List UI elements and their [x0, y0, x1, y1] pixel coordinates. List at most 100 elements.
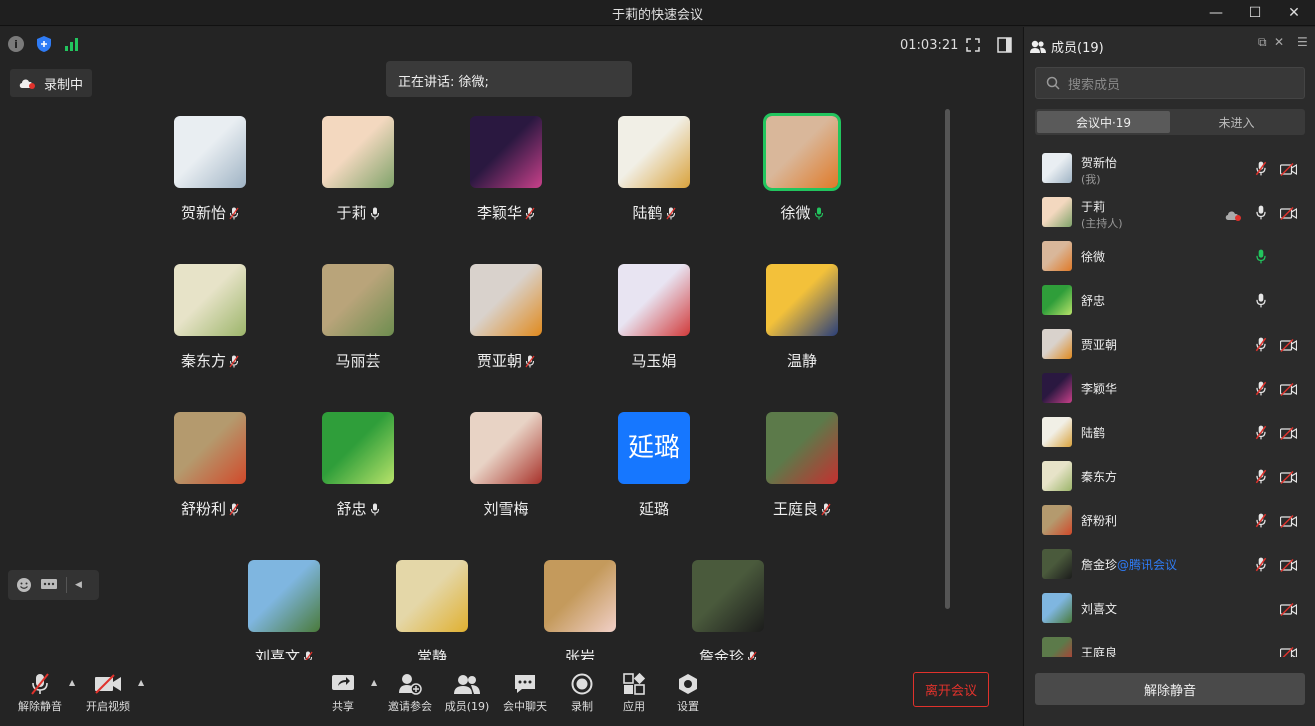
unmute-all-button[interactable]: 解除静音: [1035, 673, 1305, 705]
mic-muted-icon: [821, 502, 831, 516]
settings-button[interactable]: 设置: [658, 670, 718, 714]
video-options-caret-icon[interactable]: ▲: [138, 678, 144, 687]
window-title: 于莉的快速会议: [611, 8, 703, 23]
video-off-icon[interactable]: [1279, 645, 1298, 657]
participant-tile[interactable]: 马玉娟: [599, 264, 709, 371]
member-row[interactable]: 于莉 (主持人): [1024, 191, 1315, 235]
cloud-record-icon: [1224, 206, 1242, 225]
tab-not-joined[interactable]: 未进入: [1170, 111, 1303, 133]
member-name: 舒忠: [1081, 294, 1106, 308]
chat-button[interactable]: 会中聊天: [495, 670, 555, 714]
audio-options-caret-icon[interactable]: ▲: [69, 678, 75, 687]
unmute-button[interactable]: 解除静音: [10, 670, 70, 714]
member-row[interactable]: 贾亚朝: [1024, 323, 1315, 367]
info-icon[interactable]: i: [8, 36, 24, 52]
mic-icon[interactable]: [1255, 205, 1267, 224]
fullscreen-icon[interactable]: [966, 38, 980, 52]
member-search-input[interactable]: 搜索成员: [1035, 67, 1305, 99]
cloud-record-icon: [19, 79, 35, 89]
participant-tile[interactable]: 刘喜文: [229, 560, 339, 667]
menu-icon[interactable]: ☰: [1297, 35, 1308, 49]
leave-meeting-button[interactable]: 离开会议: [913, 672, 989, 707]
signal-icon[interactable]: [64, 37, 80, 51]
record-button[interactable]: 录制: [552, 670, 612, 714]
members-button[interactable]: 成员(19): [437, 670, 497, 714]
share-options-caret-icon[interactable]: ▲: [371, 678, 377, 687]
member-row[interactable]: 陆鹤: [1024, 411, 1315, 455]
participant-tile[interactable]: 舒忠: [303, 412, 413, 519]
reaction-bar: ◀: [8, 570, 99, 600]
video-off-icon[interactable]: [1279, 205, 1298, 224]
participant-name: 马玉娟: [631, 352, 677, 370]
participant-tile[interactable]: 舒粉利: [155, 412, 265, 519]
chat-bubble-icon[interactable]: [40, 578, 58, 592]
video-off-icon[interactable]: [1279, 469, 1298, 488]
grid-scrollbar[interactable]: [945, 109, 950, 609]
video-off-icon[interactable]: [1279, 601, 1298, 620]
participant-tile[interactable]: 贾亚朝: [451, 264, 561, 371]
participant-tile[interactable]: 延璐 延璐: [599, 412, 709, 519]
mic-muted-icon[interactable]: [1255, 425, 1267, 444]
participant-tile[interactable]: 张岩: [525, 560, 635, 667]
mic-muted-icon[interactable]: [1255, 337, 1267, 356]
member-row[interactable]: 詹金珍@腾讯会议: [1024, 543, 1315, 587]
mic-muted-icon[interactable]: [1255, 381, 1267, 400]
tab-in-meeting[interactable]: 会议中·19: [1037, 111, 1170, 133]
participant-tile[interactable]: 秦东方: [155, 264, 265, 371]
mic-muted-icon[interactable]: [1255, 469, 1267, 488]
member-name: 秦东方: [1081, 470, 1118, 484]
collapse-arrow-icon[interactable]: ◀: [75, 580, 82, 590]
participant-tile[interactable]: 温静: [747, 264, 857, 371]
video-off-icon[interactable]: [1279, 513, 1298, 532]
participant-tile[interactable]: 马丽芸: [303, 264, 413, 371]
video-off-icon: [95, 674, 121, 694]
participant-tile[interactable]: 陆鹤: [599, 116, 709, 223]
video-off-icon[interactable]: [1279, 337, 1298, 356]
maximize-button[interactable]: ☐: [1237, 0, 1273, 26]
members-panel: 成员(19) ⧉ ✕ ☰ 搜索成员 会议中·19 未进入 贺新怡 (我) 于莉 (主持…: [1023, 27, 1315, 726]
avatar: [396, 560, 468, 632]
member-row[interactable]: 徐微: [1024, 235, 1315, 279]
meeting-stage: i 01:03:21 录制中 正在讲话: 徐微; 贺新怡 于莉 李颖华 陆鹤 徐微 秦东方…: [0, 27, 1022, 726]
share-button[interactable]: 共享: [313, 670, 373, 714]
member-name: 贾亚朝: [1081, 338, 1118, 352]
participant-tile[interactable]: 王庭良: [747, 412, 857, 519]
member-row[interactable]: 秦东方: [1024, 455, 1315, 499]
shield-icon[interactable]: [36, 35, 52, 53]
video-off-icon[interactable]: [1279, 557, 1298, 576]
participant-tile[interactable]: 徐微: [747, 116, 857, 223]
recording-indicator[interactable]: 录制中: [10, 69, 92, 97]
emoji-icon[interactable]: [16, 577, 32, 593]
participant-tile[interactable]: 李颖华: [451, 116, 561, 223]
video-off-icon[interactable]: [1279, 161, 1298, 180]
participant-tile[interactable]: 詹金珍: [673, 560, 783, 667]
popout-icon[interactable]: ⧉: [1258, 35, 1267, 50]
participant-tile[interactable]: 贺新怡: [155, 116, 265, 223]
start-video-button[interactable]: 开启视频: [78, 670, 138, 714]
participant-tile[interactable]: 刘雪梅: [451, 412, 561, 519]
layout-icon[interactable]: [997, 37, 1012, 53]
video-off-icon[interactable]: [1279, 381, 1298, 400]
minimize-button[interactable]: —: [1198, 0, 1234, 26]
mic-muted-icon[interactable]: [1255, 513, 1267, 532]
mic-icon[interactable]: [1255, 249, 1267, 268]
member-row[interactable]: 舒忠: [1024, 279, 1315, 323]
mic-muted-icon[interactable]: [1255, 161, 1267, 180]
video-off-icon[interactable]: [1279, 425, 1298, 444]
member-row[interactable]: 贺新怡 (我): [1024, 147, 1315, 191]
member-row[interactable]: 李颖华: [1024, 367, 1315, 411]
member-row[interactable]: 王庭良: [1024, 631, 1315, 657]
mic-icon: [814, 206, 824, 220]
apps-button[interactable]: 应用: [604, 670, 664, 714]
participant-tile[interactable]: 常静: [377, 560, 487, 667]
member-list: 贺新怡 (我) 于莉 (主持人) 徐微舒忠贾亚朝李颖华 陆鹤秦东方舒粉利 詹金珍@腾讯会议刘…: [1024, 147, 1315, 657]
mic-muted-icon[interactable]: [1255, 557, 1267, 576]
close-button[interactable]: ✕: [1276, 0, 1312, 26]
mic-icon[interactable]: [1255, 293, 1267, 312]
search-icon: [1046, 76, 1060, 90]
close-panel-icon[interactable]: ✕: [1274, 35, 1284, 49]
member-row[interactable]: 舒粉利: [1024, 499, 1315, 543]
invite-button[interactable]: 邀请参会: [380, 670, 440, 714]
member-row[interactable]: 刘喜文: [1024, 587, 1315, 631]
participant-tile[interactable]: 于莉: [303, 116, 413, 223]
